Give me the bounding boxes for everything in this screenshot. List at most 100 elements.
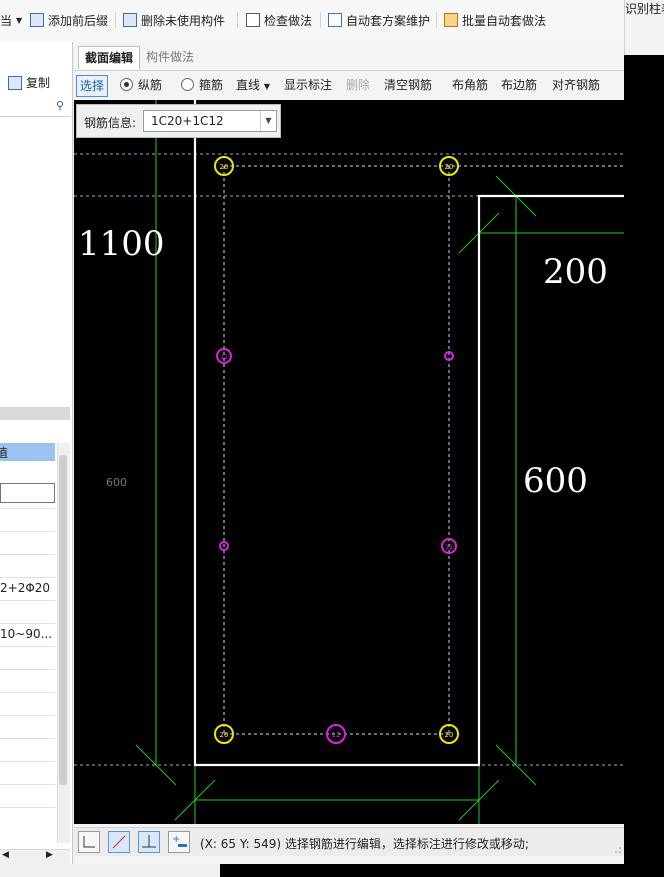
dropdown-arrow-icon: ▼ [263, 82, 270, 91]
property-row[interactable] [0, 738, 55, 762]
snap-icon [112, 835, 126, 849]
copy-button[interactable]: 复制 [8, 74, 50, 91]
rebar-info-value: 1C20+1C12 [151, 114, 224, 128]
edge-rebar-button[interactable]: 布边筋 [501, 75, 537, 95]
edge-rebar[interactable]: 12 [441, 538, 457, 554]
scroll-right-icon[interactable]: ▶ [46, 850, 53, 860]
rebar-label: 20 [445, 731, 454, 739]
property-row[interactable]: 2+2Φ20 [0, 577, 55, 601]
scroll-left-icon[interactable]: ◀ [2, 850, 9, 860]
toolbar-fragment-label: 当 [0, 13, 13, 28]
longitudinal-label: 纵筋 [138, 78, 163, 92]
stirrup-radio[interactable]: 箍筋 [181, 75, 223, 95]
status-message: (X: 65 Y: 549) 选择钢筋进行编辑，选择标注进行修改或移动; [200, 835, 529, 852]
batch-auto-label: 批量自动套做法 [462, 13, 547, 28]
drawing-canvas[interactable]: 1100 200 600 600 20 20 20 20 12 12 12 钢筋… [74, 100, 624, 824]
batch-auto-button[interactable]: 批量自动套做法 [444, 8, 546, 32]
rebar-info-panel: 钢筋信息: 1C20+1C12 ▼ [76, 104, 281, 138]
status-coords: (X: 65 Y: 549) [200, 837, 282, 851]
property-table-header: 值 [0, 443, 55, 461]
property-row[interactable] [0, 761, 55, 785]
rebar-info-label: 钢筋信息: [84, 116, 137, 130]
check-method-label: 检查做法 [264, 13, 313, 28]
rebar-label: 12 [220, 354, 228, 361]
copy-icon [8, 75, 22, 90]
right-canvas-strip [624, 0, 664, 877]
rebar-label: 20 [445, 163, 454, 171]
dropdown-arrow-icon: ▼ [16, 15, 23, 25]
tab-section-edit[interactable]: 截面编辑 [78, 46, 141, 69]
search-icon: ⚲ [55, 99, 64, 112]
line-dropdown[interactable]: 直线 ▼ [236, 75, 270, 95]
bottom-canvas-strip [220, 864, 664, 877]
copy-label: 复制 [26, 76, 51, 90]
rebar-label: 12 [332, 731, 341, 739]
property-row[interactable] [0, 784, 55, 808]
property-row[interactable] [0, 508, 55, 532]
align-rebar-button[interactable]: 对齐钢筋 [552, 75, 600, 95]
delete-button[interactable]: 删除 [346, 75, 370, 95]
dim-small[interactable]: 600 [106, 476, 127, 489]
dim-right-width[interactable]: 200 [543, 252, 608, 292]
tab-component-method[interactable]: 构件做法 [140, 46, 200, 68]
section-drawing[interactable]: 1100 200 600 600 20 20 20 20 12 12 12 [74, 100, 624, 824]
corner-rebar-button[interactable]: 布角筋 [452, 75, 488, 95]
toolbar-fragment[interactable]: 当 ▼ [0, 8, 22, 32]
rebar-label: 20 [220, 731, 229, 739]
perpendicular-toggle[interactable] [138, 831, 160, 853]
ortho-icon [83, 836, 95, 848]
section-editor: 截面编辑 构件做法 选择 纵筋 箍筋 直线 ▼ 显示标注 删除 清空钢筋 布角筋… [74, 42, 624, 864]
perpendicular-icon [142, 835, 156, 848]
property-row[interactable] [0, 600, 55, 624]
line-label: 直线 [236, 78, 261, 92]
property-row[interactable] [0, 669, 55, 693]
property-row[interactable] [0, 646, 55, 670]
dim-left-height[interactable]: 1100 [78, 224, 165, 264]
auto-scheme-button[interactable]: 自动套方案维护 [328, 8, 430, 32]
search-input[interactable]: ⚲ [0, 98, 70, 117]
rebar-info-combo[interactable]: 1C20+1C12 ▼ [143, 110, 277, 132]
clear-rebar-button[interactable]: 清空钢筋 [384, 75, 432, 95]
section-toolbar: 选择 纵筋 箍筋 直线 ▼ 显示标注 删除 清空钢筋 布角筋 布边筋 对齐钢筋 [74, 70, 624, 99]
add-prefix-label: 添加前后缀 [48, 13, 109, 28]
show-dims-button[interactable]: 显示标注 [284, 75, 332, 95]
longitudinal-radio[interactable]: 纵筋 [120, 75, 162, 95]
delete-unused-button[interactable]: 删除未使用构件 [123, 8, 225, 32]
property-row[interactable] [0, 531, 55, 555]
check-method-button[interactable]: 检查做法 [246, 8, 312, 32]
property-edit-field[interactable] [0, 483, 55, 503]
stirrup-label: 箍筋 [199, 78, 224, 92]
scrollbar-thumb[interactable] [59, 455, 67, 785]
delete-unused-icon [123, 13, 137, 27]
auto-scheme-icon [328, 13, 342, 27]
status-bar: + (X: 65 Y: 549) 选择钢筋进行编辑，选择标注进行修改或移动; [74, 827, 624, 856]
horizontal-scrollbar[interactable]: ◀ ▶ [0, 849, 70, 864]
dimension-add-icon: + [172, 834, 187, 847]
dimension-add-toggle[interactable]: + [168, 831, 190, 853]
select-button[interactable]: 选择 [76, 75, 109, 97]
rebar-label: 12 [445, 544, 453, 551]
dim-right-height[interactable]: 600 [523, 461, 588, 501]
property-row[interactable] [0, 692, 55, 716]
property-row[interactable] [0, 554, 55, 578]
edge-rebar[interactable]: 12 [326, 724, 346, 744]
edge-rebar[interactable]: 12 [216, 348, 232, 364]
property-value-header: 值 [0, 446, 9, 460]
property-row[interactable]: 10~90... [0, 623, 55, 647]
status-hint: 选择钢筋进行编辑，选择标注进行修改或移动; [284, 837, 529, 851]
property-row[interactable] [0, 715, 55, 739]
add-prefix-icon [30, 13, 44, 27]
top-toolbar: 当 ▼ 添加前后缀 删除未使用构件 检查做法 自动套方案维护 批量自动套做法 [0, 0, 624, 43]
svg-text:+: + [172, 834, 180, 845]
delete-unused-label: 删除未使用构件 [141, 13, 226, 28]
identify-column-table-label[interactable]: 识别柱表 [625, 0, 664, 17]
rebar-label: 20 [220, 163, 229, 171]
chevron-down-icon[interactable]: ▼ [260, 111, 276, 131]
snap-toggle[interactable] [108, 831, 130, 853]
property-row[interactable] [0, 462, 55, 485]
ortho-toggle[interactable] [78, 831, 100, 853]
section-outline[interactable] [193, 100, 624, 767]
panel-divider[interactable] [0, 407, 70, 420]
add-prefix-button[interactable]: 添加前后缀 [30, 8, 108, 32]
resize-grip-icon[interactable] [614, 846, 622, 854]
